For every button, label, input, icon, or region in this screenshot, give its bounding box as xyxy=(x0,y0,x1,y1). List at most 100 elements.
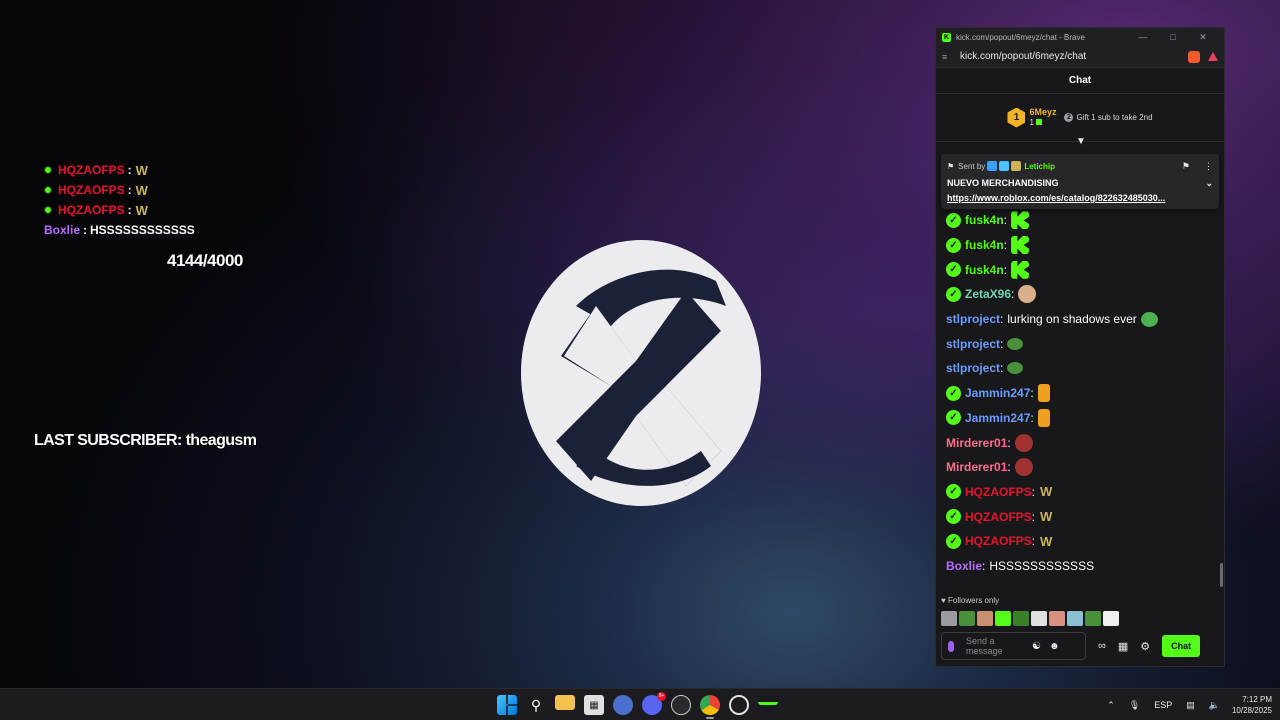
pinned-link[interactable]: https://www.roblox.com/es/catalog/822632… xyxy=(947,193,1213,203)
gift-cta-text: Gift 1 sub to take 2nd xyxy=(1076,113,1153,122)
store-app-icon[interactable]: ▦ xyxy=(584,695,604,715)
followers-only-notice: ♥ Followers only xyxy=(941,596,1000,605)
pinned-sender[interactable]: Letichip xyxy=(1024,162,1055,171)
site-settings-icon[interactable]: ≡ xyxy=(942,52,952,62)
gift-icon xyxy=(1035,119,1042,125)
emote-icon[interactable] xyxy=(977,610,993,626)
language-indicator[interactable]: ESP xyxy=(1154,700,1172,710)
pepe-emote-icon[interactable] xyxy=(1007,362,1024,375)
brave-app-icon[interactable] xyxy=(613,695,633,715)
emote-icon[interactable] xyxy=(1067,610,1083,626)
file-explorer-icon[interactable] xyxy=(555,695,575,710)
chevron-down-icon[interactable]: ⌄ xyxy=(1205,178,1213,189)
network-icon[interactable]: ▤ xyxy=(1186,700,1195,711)
unpin-icon[interactable]: ⚑ xyxy=(1182,161,1190,172)
sent-by-label: Sent by xyxy=(958,161,986,171)
message-placeholder[interactable]: Send a message xyxy=(966,636,1024,656)
settings-gear-icon[interactable]: ⚙ xyxy=(1140,640,1150,653)
chat-rules-icon[interactable]: ∞ xyxy=(1098,640,1106,652)
emoji-icon[interactable]: ☻ xyxy=(1049,641,1060,652)
dog-emote-icon[interactable] xyxy=(1014,433,1033,452)
chat-username[interactable]: HQZAOFPS xyxy=(965,485,1032,499)
overlay-chat-line: Boxlie : HSSSSSSSSSSSS xyxy=(44,220,304,240)
chat-username[interactable]: Mirderer01 xyxy=(946,436,1007,450)
cat-emote-icon[interactable] xyxy=(1018,285,1037,304)
chat-username[interactable]: Jammin247 xyxy=(965,386,1030,400)
chat-text: lurking on shadows ever xyxy=(1007,312,1137,327)
chat-username[interactable]: stlproject xyxy=(946,337,1000,351)
kick-emote-icon[interactable] xyxy=(1011,260,1030,279)
emote-icon[interactable] xyxy=(941,610,957,626)
fire-emote-icon[interactable] xyxy=(1037,384,1050,403)
start-button-icon[interactable] xyxy=(497,695,517,715)
chat-scrollbar[interactable] xyxy=(1220,563,1223,587)
more-options-icon[interactable]: ⋮ xyxy=(1204,161,1213,172)
chat-message: Mirderer01: xyxy=(936,455,1224,480)
emote-icon[interactable] xyxy=(995,610,1011,626)
emote-icon[interactable] xyxy=(1085,610,1101,626)
chevron-up-icon[interactable]: ⌃ xyxy=(1107,700,1115,711)
chat-username[interactable]: fusk4n xyxy=(965,238,1004,252)
taskbar: ⚲ ▦ 9+ ⌃ 🎙 ESP ▤ 🔈 7:12 PM 10/28/2025 xyxy=(0,688,1280,720)
kick-emote-icon[interactable] xyxy=(1011,211,1030,230)
chat-username[interactable]: Mirderer01 xyxy=(946,460,1007,474)
store-icon[interactable]: ▦ xyxy=(1118,640,1128,653)
emote-icon[interactable] xyxy=(1031,610,1047,626)
chat-colon: : xyxy=(1030,410,1034,425)
steam-app-icon[interactable] xyxy=(671,695,691,715)
emote-icon[interactable] xyxy=(1049,610,1065,626)
discord-app-icon[interactable]: 9+ xyxy=(642,692,666,715)
w-emote-icon[interactable]: W xyxy=(1040,534,1052,549)
message-input[interactable]: Send a message ☯ ☻ xyxy=(941,632,1086,660)
brave-shield-icon[interactable] xyxy=(1188,50,1200,63)
mic-tray-icon[interactable]: 🎙 xyxy=(1129,700,1140,711)
brave-rewards-icon[interactable] xyxy=(1208,52,1218,61)
chat-username[interactable]: Boxlie xyxy=(946,559,982,573)
emote-icon[interactable] xyxy=(1013,610,1029,626)
translate-icon[interactable]: ☯ xyxy=(1032,641,1041,652)
chat-colon: : xyxy=(1003,262,1008,277)
emote-icon[interactable] xyxy=(1103,610,1119,626)
chat-username[interactable]: HQZAOFPS xyxy=(965,534,1032,548)
obs-app-icon[interactable] xyxy=(729,695,749,715)
maximize-button[interactable]: □ xyxy=(1158,32,1188,42)
chat-colon: : xyxy=(1007,460,1011,475)
pepe-emote-icon[interactable] xyxy=(1007,337,1024,350)
overlay-chat-line: HQZAOFPS : W xyxy=(44,200,304,220)
chat-username[interactable]: stlproject xyxy=(946,361,1000,375)
chat-username[interactable]: fusk4n xyxy=(965,213,1004,227)
chrome-app-icon[interactable] xyxy=(700,695,720,719)
chat-username[interactable]: Jammin247 xyxy=(965,411,1030,425)
window-titlebar[interactable]: K kick.com/popout/6meyz/chat - Brave — □… xyxy=(936,28,1224,46)
send-chat-button[interactable]: Chat xyxy=(1162,635,1201,657)
chat-username[interactable]: stlproject xyxy=(946,312,1000,326)
emote-icon[interactable] xyxy=(959,610,975,626)
chat-username[interactable]: fusk4n xyxy=(965,263,1004,277)
w-emote-icon[interactable]: W xyxy=(1040,509,1052,524)
url-text[interactable]: kick.com/popout/6meyz/chat xyxy=(960,51,1182,62)
gift-leader: 6Meyz 1 xyxy=(1029,107,1056,128)
search-icon[interactable]: ⚲ xyxy=(526,695,546,715)
volume-icon[interactable]: 🔈 xyxy=(1209,700,1220,711)
chat-username[interactable]: ZetaX96 xyxy=(965,287,1011,301)
pinned-message[interactable]: ⚑ Sent by Letichip ⚑ ⋮ NUEVO MERCHANDISI… xyxy=(941,154,1219,209)
chat-username[interactable]: HQZAOFPS xyxy=(965,510,1032,524)
chat-colon: : xyxy=(1011,287,1015,302)
w-emote-icon[interactable]: W xyxy=(1040,484,1052,499)
clock-date: 10/28/2025 xyxy=(1231,706,1272,715)
chat-popout-window: K kick.com/popout/6meyz/chat - Brave — □… xyxy=(935,27,1225,667)
kick-app-icon[interactable] xyxy=(758,695,778,705)
chevron-down-icon[interactable]: ▼ xyxy=(1076,136,1086,147)
badge-icon xyxy=(987,161,998,171)
kick-emote-icon[interactable] xyxy=(1011,236,1030,255)
gift-leaderboard[interactable]: 1 6Meyz 1 2 Gift 1 sub to take 2nd ▼ xyxy=(936,94,1224,147)
clock[interactable]: 7:12 PM 10/28/2025 xyxy=(1232,694,1272,716)
heart-emote-icon[interactable] xyxy=(1140,311,1158,327)
fire-emote-icon[interactable] xyxy=(1037,408,1050,427)
dog-emote-icon[interactable] xyxy=(1014,458,1033,477)
address-bar[interactable]: ≡ kick.com/popout/6meyz/chat xyxy=(936,46,1224,68)
minimize-button[interactable]: — xyxy=(1128,32,1158,42)
close-button[interactable]: ✕ xyxy=(1188,32,1218,43)
mic-icon[interactable] xyxy=(948,640,954,652)
w-emote: W xyxy=(135,162,148,178)
